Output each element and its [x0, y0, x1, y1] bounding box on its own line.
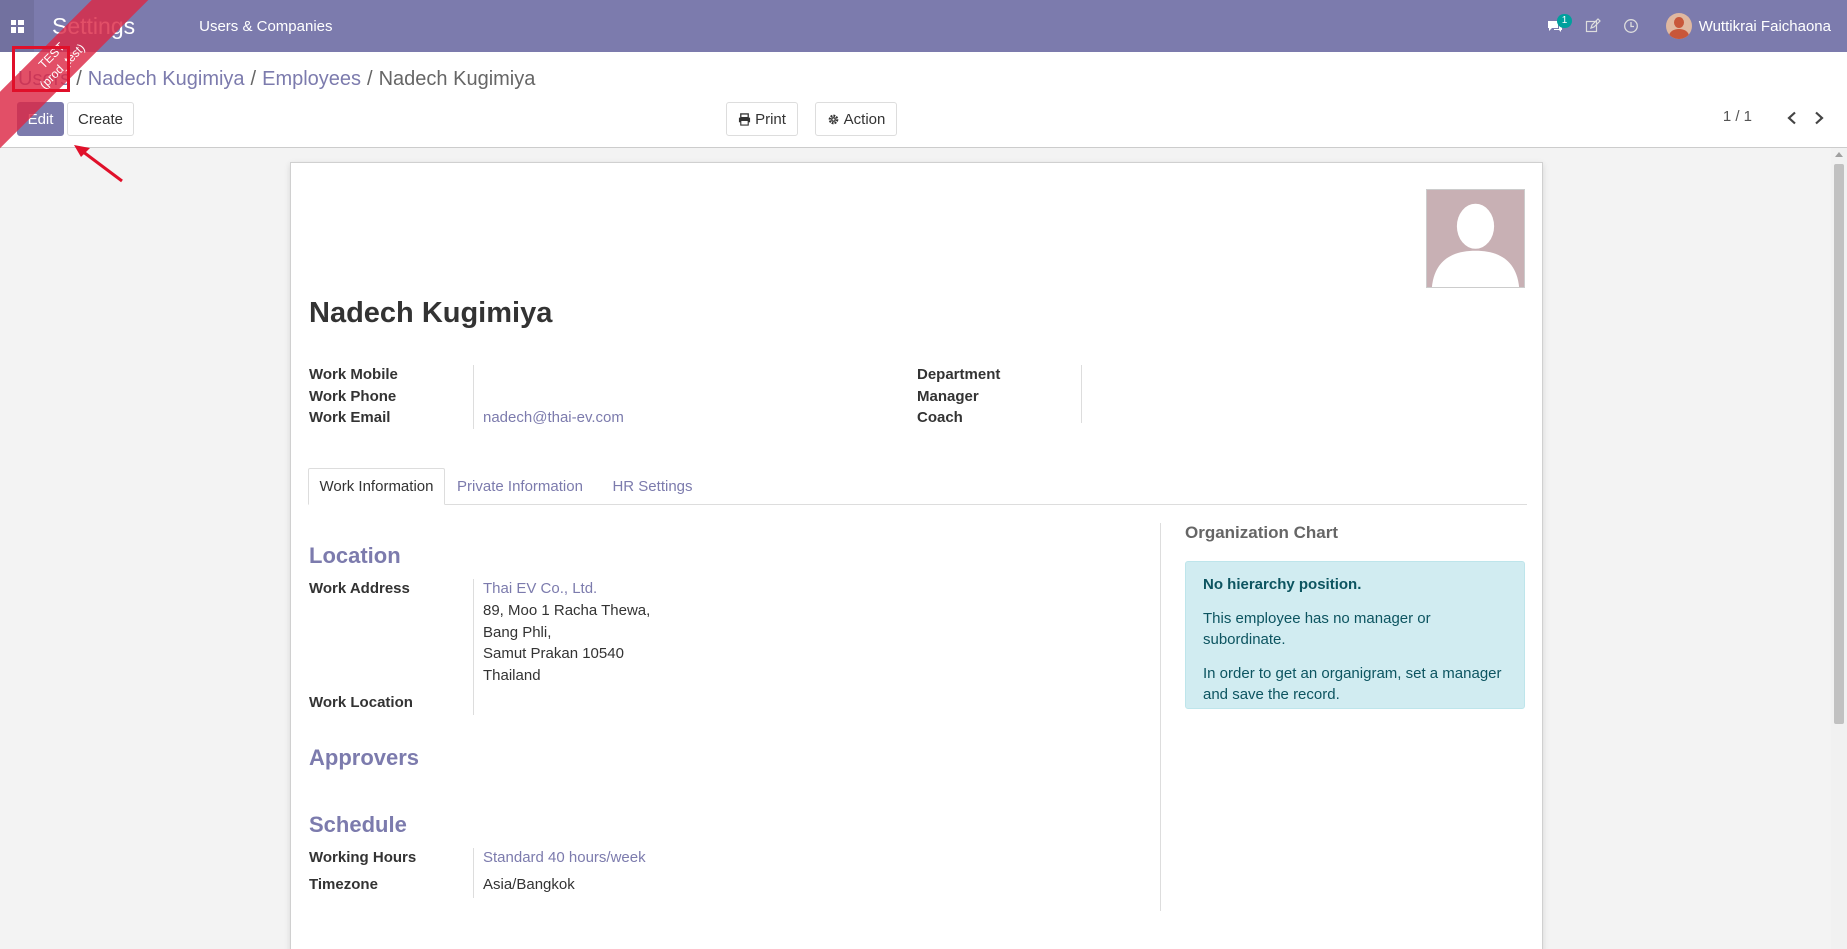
work-address-label: Work Address: [309, 580, 410, 597]
printer-icon: [739, 112, 751, 126]
work-address-line: Thailand: [483, 667, 541, 684]
pager-previous-button[interactable]: [1781, 103, 1803, 133]
timezone-value: Asia/Bangkok: [483, 876, 575, 893]
field-divider: [1081, 365, 1082, 423]
create-button[interactable]: Create: [67, 102, 134, 136]
breadcrumb-current: Nadech Kugimiya: [378, 68, 536, 90]
breadcrumb-separator: /: [76, 68, 82, 90]
field-divider: [473, 848, 474, 898]
pager-value[interactable]: 1 / 1: [1723, 108, 1752, 125]
messaging-button[interactable]: 1: [1536, 0, 1574, 52]
working-hours-label: Working Hours: [309, 849, 417, 866]
manager-label: Manager: [917, 388, 979, 405]
chevron-left-icon: [1787, 111, 1796, 125]
work-address-line: 89, Moo 1 Racha Thewa,: [483, 602, 651, 619]
work-location-label: Work Location: [309, 694, 413, 711]
annotation-arrow-icon: [74, 145, 123, 183]
scroll-up-arrow[interactable]: [1835, 152, 1843, 157]
avatar-placeholder-icon: [1427, 190, 1524, 287]
work-mobile-label: Work Mobile: [309, 366, 398, 383]
employee-name: Nadech Kugimiya: [309, 297, 553, 329]
org-chart-title: Organization Chart: [1185, 523, 1339, 542]
clock-icon: [1623, 19, 1638, 33]
employee-photo[interactable]: [1426, 189, 1525, 288]
user-menu[interactable]: Wuttikrai Faichaona: [1665, 13, 1831, 39]
working-hours-link[interactable]: Standard 40 hours/week: [483, 849, 646, 866]
form-sheet: Nadech Kugimiya Work Mobile Work Phone W…: [290, 162, 1543, 949]
breadcrumb-separator: /: [367, 68, 373, 90]
scrollbar[interactable]: [1831, 148, 1847, 949]
action-label: Action: [843, 110, 886, 128]
tab-private-information[interactable]: Private Information: [445, 468, 595, 505]
work-email-link[interactable]: nadech@thai-ev.com: [483, 409, 624, 426]
breadcrumb-employees[interactable]: Employees: [262, 68, 361, 90]
timezone-label: Timezone: [309, 876, 378, 893]
work-address-line: Bang Phli,: [483, 624, 552, 641]
work-phone-label: Work Phone: [309, 388, 397, 405]
field-divider: [473, 365, 474, 429]
tab-hr-settings[interactable]: HR Settings: [595, 468, 710, 505]
menu-item-users-companies[interactable]: Users & Companies: [199, 18, 332, 35]
action-button[interactable]: Action: [815, 102, 897, 136]
apps-menu-button[interactable]: [0, 0, 34, 52]
location-section-title: Location: [309, 543, 401, 568]
column-divider: [1160, 523, 1161, 911]
notebook-tabs: Work Information Private Information HR …: [308, 468, 1527, 505]
control-panel: Users / Nadech Kugimiya / Employees / Nadech K…: [0, 52, 1847, 148]
breadcrumb-user-record[interactable]: Nadech Kugimiya: [88, 68, 245, 90]
pager-next-button[interactable]: [1808, 103, 1830, 133]
navbar-systray: 1 Wuttikrai Faichaona: [1536, 0, 1847, 52]
org-chart-hint: In order to get an organigram, set a man…: [1203, 665, 1502, 703]
tab-work-information[interactable]: Work Information: [308, 468, 445, 505]
edit-highlight-box: [12, 46, 70, 92]
top-navbar: Settings Users & Companies 1 Wuttikrai F…: [0, 0, 1847, 52]
clock-button[interactable]: [1612, 0, 1650, 52]
coach-label: Coach: [917, 409, 963, 426]
activity-button[interactable]: [1574, 0, 1612, 52]
work-address-company-link[interactable]: Thai EV Co., Ltd.: [483, 580, 597, 597]
apps-grid-icon: [10, 19, 24, 33]
scroll-thumb[interactable]: [1834, 164, 1844, 724]
department-label: Department: [917, 366, 1001, 383]
schedule-section-title: Schedule: [309, 812, 407, 837]
edit-note-icon: [1585, 18, 1601, 33]
approvers-section-title: Approvers: [309, 745, 420, 770]
message-count-badge: 1: [1556, 14, 1573, 28]
org-chart-heading: No hierarchy position.: [1203, 576, 1362, 593]
chevron-right-icon: [1815, 111, 1824, 125]
user-avatar: [1665, 13, 1692, 39]
work-address-line: Samut Prakan 10540: [483, 645, 624, 662]
user-name: Wuttikrai Faichaona: [1698, 17, 1831, 35]
print-label: Print: [755, 110, 786, 128]
edit-button[interactable]: Edit: [17, 102, 64, 136]
work-email-label: Work Email: [309, 409, 391, 426]
app-name[interactable]: Settings: [52, 13, 135, 40]
field-divider: [473, 579, 474, 715]
gear-icon: [828, 114, 838, 124]
org-chart-info-box: No hierarchy position. This employee has…: [1185, 561, 1525, 709]
breadcrumb: Users / Nadech Kugimiya / Employees / Nadech K…: [18, 68, 535, 91]
org-chart-message: This employee has no manager or subordin…: [1203, 610, 1431, 648]
breadcrumb-separator: /: [250, 68, 257, 90]
print-button[interactable]: Print: [726, 102, 798, 136]
